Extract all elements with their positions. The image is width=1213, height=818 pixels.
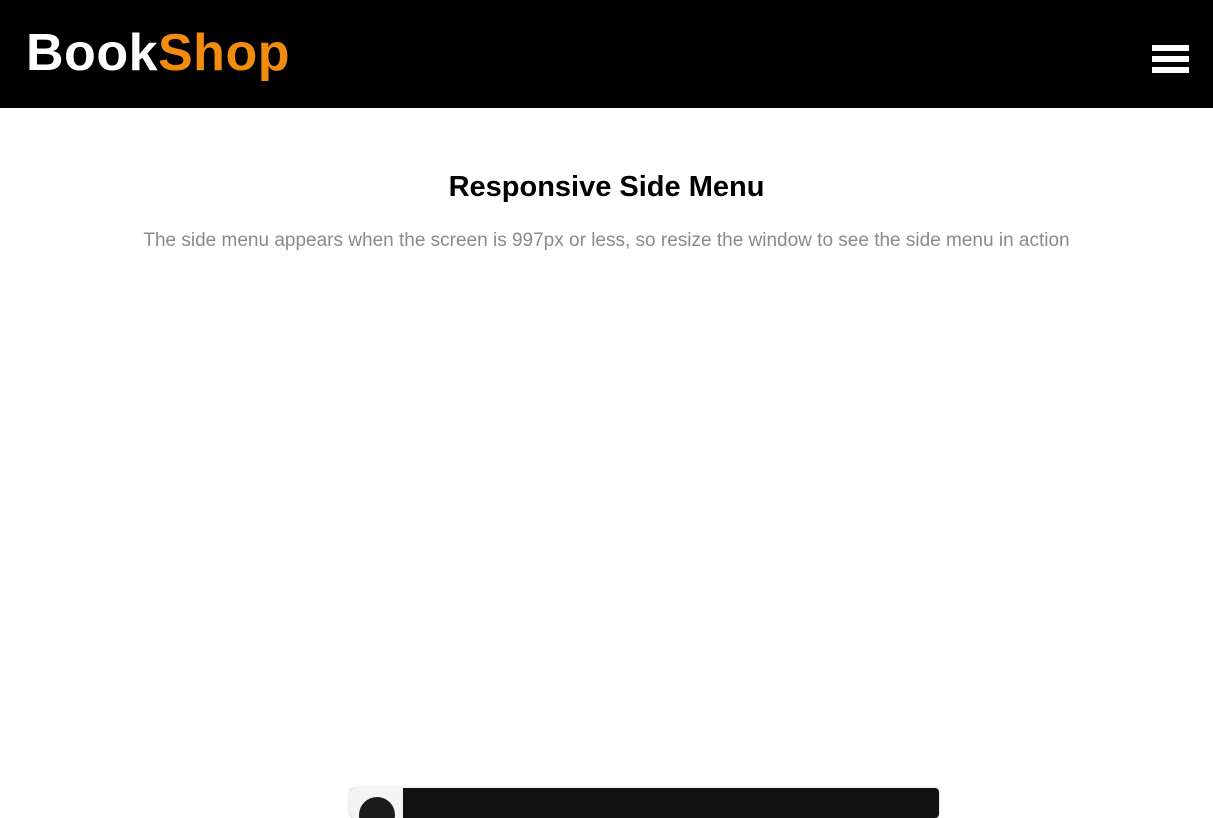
menu-bar-top [1152, 45, 1189, 51]
widget-icon-panel [350, 788, 403, 818]
menu-bar-middle [1152, 56, 1189, 62]
page-description: The side menu appears when the screen is… [143, 230, 1070, 251]
logo-text-book: Book [26, 24, 158, 82]
bottom-floating-widget[interactable] [350, 788, 939, 818]
top-header: BookShop [0, 0, 1213, 108]
page-title: Responsive Side Menu [448, 171, 765, 203]
widget-circle-icon [359, 797, 395, 818]
hamburger-menu-icon[interactable] [1146, 40, 1192, 78]
bookshop-logo[interactable]: BookShop [26, 22, 290, 84]
menu-bar-bottom [1152, 67, 1189, 73]
logo-text-shop: Shop [158, 24, 290, 82]
